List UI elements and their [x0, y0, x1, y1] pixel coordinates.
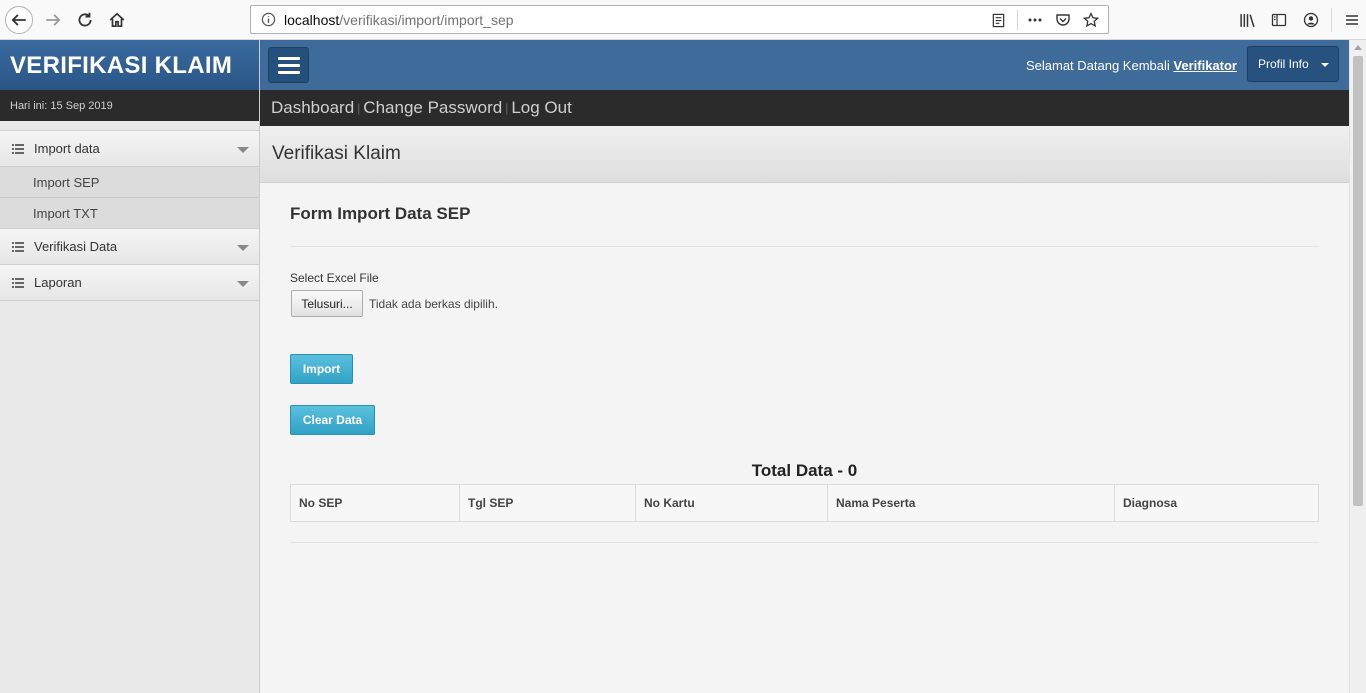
more-actions-icon[interactable]: [1024, 10, 1046, 30]
url-text: localhost/verifikasi/import/import_sep: [284, 12, 514, 28]
sidebar-item-verifikasi-data[interactable]: Verifikasi Data: [0, 228, 259, 265]
file-status-text: Tidak ada berkas dipilih.: [369, 297, 498, 311]
info-icon[interactable]: [261, 12, 276, 27]
page-scrollbar[interactable]: [1349, 40, 1366, 693]
column-header: Diagnosa: [1114, 484, 1319, 522]
secondary-nav: Dashboard | Change Password | Log Out: [260, 90, 1349, 126]
url-divider: [1017, 10, 1018, 30]
sidebar-toggle-icon[interactable]: [1265, 6, 1293, 34]
sidebar-item-label: Import data: [34, 141, 100, 156]
caret-down-icon: [237, 147, 249, 153]
sidebar-item-import-data[interactable]: Import data: [0, 130, 259, 167]
column-header: No SEP: [290, 484, 460, 522]
sidebar-item-label: Laporan: [34, 275, 82, 290]
scroll-thumb[interactable]: [1353, 56, 1363, 506]
page-title: Verifikasi Klaim: [272, 143, 401, 164]
pocket-icon[interactable]: [1052, 10, 1074, 30]
toolbar-divider: [1331, 8, 1332, 32]
sidebar-subitem-import-txt[interactable]: Import TXT: [0, 198, 259, 229]
hamburger-menu-button[interactable]: [268, 47, 309, 83]
reader-view-icon[interactable]: [987, 10, 1009, 30]
reload-icon[interactable]: [71, 6, 99, 34]
nav-dashboard[interactable]: Dashboard: [271, 98, 354, 118]
column-header: No Kartu: [635, 484, 828, 522]
hamburger-line: [277, 56, 300, 60]
import-button[interactable]: Import: [290, 354, 353, 384]
nav-separator: |: [357, 101, 361, 115]
welcome-text: Selamat Datang Kembali: [1025, 58, 1170, 73]
table-header-row: No SEP Tgl SEP No Kartu Nama Peserta Dia…: [290, 484, 1319, 522]
browse-file-button[interactable]: Telusuri...: [291, 290, 363, 317]
hamburger-line: [277, 70, 300, 74]
sidebar-subitem-import-sep[interactable]: Import SEP: [0, 167, 259, 198]
today-date: Hari ini: 15 Sep 2019: [0, 90, 259, 121]
url-host: localhost: [284, 12, 340, 28]
nav-change-password[interactable]: Change Password: [363, 98, 502, 118]
address-bar[interactable]: localhost/verifikasi/import/import_sep: [250, 5, 1109, 34]
hamburger-line: [277, 63, 300, 67]
divider: [290, 246, 1319, 247]
url-path: /verifikasi/import/import_sep: [339, 12, 514, 28]
app-brand[interactable]: VERIFIKASI KLAIM: [0, 40, 259, 90]
sidebar: VERIFIKASI KLAIM Hari ini: 15 Sep 2019 I…: [0, 40, 260, 693]
welcome-message: Selamat Datang Kembali Verifikator: [1026, 58, 1237, 73]
caret-down-icon: [237, 245, 249, 251]
form-title: Form Import Data SEP: [290, 204, 471, 223]
column-header: Tgl SEP: [459, 484, 636, 522]
caret-down-icon: [1321, 63, 1329, 67]
library-icon[interactable]: [1233, 6, 1261, 34]
bookmark-star-icon[interactable]: [1080, 10, 1102, 30]
profile-info-label: Profil Info: [1258, 57, 1309, 71]
scroll-up-icon[interactable]: [1354, 45, 1362, 50]
menu-icon[interactable]: [1338, 6, 1366, 34]
browser-toolbar: localhost/verifikasi/import/import_sep: [0, 0, 1366, 40]
sidebar-item-laporan[interactable]: Laporan: [0, 264, 259, 301]
profile-info-button[interactable]: Profil Info: [1247, 46, 1339, 82]
sep-table: No SEP Tgl SEP No Kartu Nama Peserta Dia…: [290, 484, 1319, 522]
account-icon[interactable]: [1297, 6, 1325, 34]
main-content: Form Import Data SEP Select Excel File T…: [260, 183, 1349, 693]
sidebar-item-label: Verifikasi Data: [34, 239, 118, 254]
nav-separator: |: [505, 101, 509, 115]
divider: [290, 542, 1319, 543]
list-icon: [12, 143, 24, 154]
list-icon: [12, 241, 24, 252]
caret-down-icon: [237, 281, 249, 287]
back-icon[interactable]: [5, 6, 33, 34]
column-header: Nama Peserta: [827, 484, 1115, 522]
top-header: Selamat Datang Kembali Verifikator Profi…: [260, 40, 1349, 90]
forward-icon[interactable]: [39, 6, 67, 34]
total-data-label: Total Data - 0: [751, 461, 858, 480]
page-header: Verifikasi Klaim: [260, 126, 1349, 183]
home-icon[interactable]: [103, 6, 131, 34]
nav-log-out[interactable]: Log Out: [511, 98, 572, 118]
clear-data-button[interactable]: Clear Data: [290, 405, 375, 435]
user-link[interactable]: Verifikator: [1173, 58, 1237, 73]
sidebar-menu: Import data Import SEP Import TXT Verifi…: [0, 130, 259, 301]
file-label: Select Excel File: [290, 271, 379, 285]
list-icon: [12, 277, 24, 288]
